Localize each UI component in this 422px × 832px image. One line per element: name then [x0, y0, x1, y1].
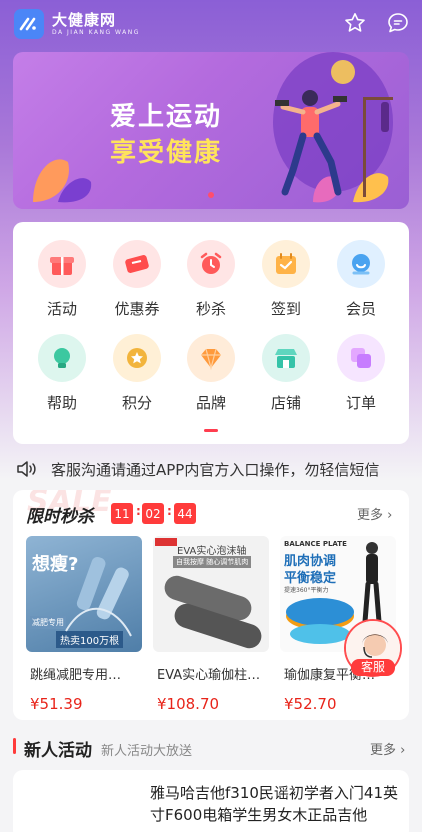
message-icon[interactable] [386, 11, 410, 35]
countdown-separator: : [167, 504, 172, 518]
app-name-pinyin: DA JIAN KANG WANG [52, 29, 140, 36]
banner-title: 爱上运动 [110, 102, 223, 132]
grid-label: 帮助 [46, 394, 77, 412]
grid-label: 秒杀 [195, 300, 226, 318]
member-icon [337, 240, 385, 288]
grid-label: 优惠券 [114, 300, 160, 318]
grid-label: 会员 [345, 300, 376, 318]
new-activity-more-link[interactable]: 更多 › [370, 739, 405, 758]
product-image: EVA实心泡沫轴 自我按摩 随心调节肌肉 [153, 536, 269, 652]
foam-roller-image [155, 538, 262, 649]
countdown-seconds: 44 [174, 503, 196, 524]
chevron-right-icon: › [400, 743, 406, 758]
grid-label: 订单 [345, 394, 376, 412]
new-activity-title: 新人活动 [24, 741, 92, 761]
star-icon[interactable] [343, 11, 367, 35]
store-icon [262, 334, 310, 382]
grid-item-points[interactable]: 积分 [107, 334, 167, 413]
promo-banner[interactable]: 爱上运动 享受健康 [13, 52, 409, 209]
notice-bar[interactable]: 客服沟通请通过APP内官方入口操作，勿轻信短信 [0, 450, 422, 488]
grid-item-coupon[interactable]: 优惠券 [107, 240, 167, 319]
grid-label: 店铺 [270, 394, 301, 412]
gift-icon [38, 240, 86, 288]
grid-label: 品牌 [195, 394, 226, 412]
flash-sale-more-link[interactable]: 更多 › [357, 504, 392, 523]
page-indicator [204, 429, 218, 432]
countdown-hours: 11 [111, 503, 133, 524]
new-activity-item-title: 雅马哈吉他f310民谣初学者入门41英寸F600电箱学生男女木正品吉他 [150, 784, 398, 824]
alarm-icon [187, 240, 235, 288]
more-label: 更多 [370, 743, 397, 758]
speaker-icon [17, 461, 36, 477]
product-name: 跳绳减肥专用… [30, 668, 122, 683]
order-icon [337, 334, 385, 382]
grid-item-member[interactable]: 会员 [331, 240, 391, 319]
more-label: 更多 [357, 508, 384, 523]
product-price: ¥52.70 [284, 695, 337, 713]
diamond-icon [187, 334, 235, 382]
grid-label: 签到 [270, 300, 301, 318]
grid-item-checkin[interactable]: 签到 [256, 240, 316, 319]
product-card[interactable]: EVA实心泡沫轴 自我按摩 随心调节肌肉 EVA实心瑜伽柱… ¥108.70 [153, 536, 269, 713]
app-logo [14, 9, 44, 39]
grid-label: 活动 [46, 300, 77, 318]
grid-item-store[interactable]: 店铺 [256, 334, 316, 413]
customer-service-label: 客服 [351, 659, 395, 676]
grid-label: 积分 [121, 394, 152, 412]
grid-item-activity[interactable]: 活动 [32, 240, 92, 319]
bulb-icon [38, 334, 86, 382]
product-name: EVA实心瑜伽柱… [157, 668, 261, 683]
new-activity-item[interactable]: 雅马哈吉他f310民谣初学者入门41英寸F600电箱学生男女木正品吉他 [13, 770, 409, 832]
calendar-check-icon [262, 240, 310, 288]
chevron-right-icon: › [387, 508, 393, 523]
jump-rope-image [65, 556, 132, 637]
app-header: 大健康网 DA JIAN KANG WANG [0, 0, 422, 48]
points-icon [113, 334, 161, 382]
countdown-minutes: 02 [142, 503, 164, 524]
grid-item-flash-sale[interactable]: 秒杀 [181, 240, 241, 319]
new-activity-subtitle: 新人活动大放送 [101, 744, 193, 759]
product-price: ¥51.39 [30, 695, 83, 713]
section-accent-bar [13, 738, 16, 754]
shortcut-grid: 活动 优惠券 秒杀 签到 会员 帮助 积分 品牌 店铺 订单 [13, 222, 409, 444]
flash-sale-title: 限时秒杀 [26, 507, 94, 527]
notice-text: 客服沟通请通过APP内官方入口操作，勿轻信短信 [51, 461, 380, 479]
flash-sale-section: SALE 限时秒杀 11 : 02 : 44 更多 › 想瘦? 减肥专用 热卖1… [13, 490, 409, 720]
grid-item-order[interactable]: 订单 [331, 334, 391, 413]
grid-item-help[interactable]: 帮助 [32, 334, 92, 413]
coupon-icon [113, 240, 161, 288]
product-card[interactable]: 想瘦? 减肥专用 热卖100万根 跳绳减肥专用… ¥51.39 [26, 536, 142, 713]
banner-subtitle: 享受健康 [110, 138, 223, 168]
product-price: ¥108.70 [157, 695, 220, 713]
grid-item-brand[interactable]: 品牌 [181, 334, 241, 413]
product-image: 想瘦? 减肥专用 热卖100万根 [26, 536, 142, 652]
countdown-separator: : [136, 504, 141, 518]
logo-mark-icon [19, 17, 36, 31]
app-name: 大健康网 [52, 11, 117, 29]
